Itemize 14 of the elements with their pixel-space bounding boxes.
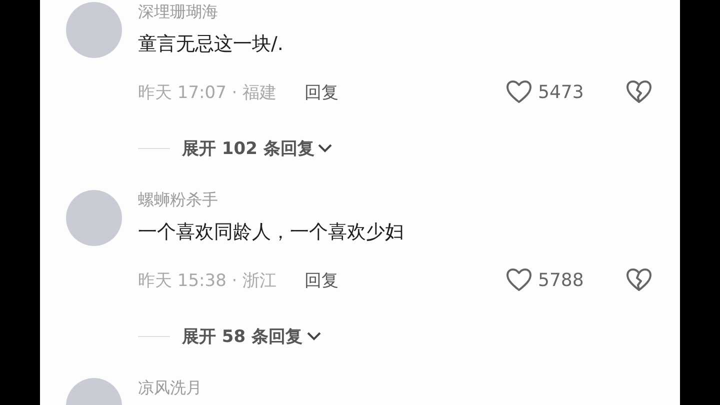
comment-time-location: 昨天 17:07 · 福建 <box>138 82 277 104</box>
heart-icon[interactable] <box>506 268 532 292</box>
reply-button[interactable]: 回复 <box>304 268 339 292</box>
like-count: 5473 <box>538 82 584 102</box>
comment-text: 童言无忌这一块/. <box>138 32 284 57</box>
like-count: 5788 <box>538 270 584 290</box>
reply-button[interactable]: 回复 <box>304 80 339 104</box>
expand-replies-button[interactable]: 展开 58 条回复 <box>182 324 322 348</box>
expand-replies-button[interactable]: 展开 102 条回复 <box>182 136 334 160</box>
chevron-down-icon <box>306 331 322 341</box>
chevron-down-icon <box>317 143 334 153</box>
heart-icon[interactable] <box>506 80 532 104</box>
comment-text: 一个喜欢同龄人，一个喜欢少妇 <box>138 220 405 245</box>
comment-time-location: 昨天 15:38 · 浙江 <box>138 270 277 292</box>
